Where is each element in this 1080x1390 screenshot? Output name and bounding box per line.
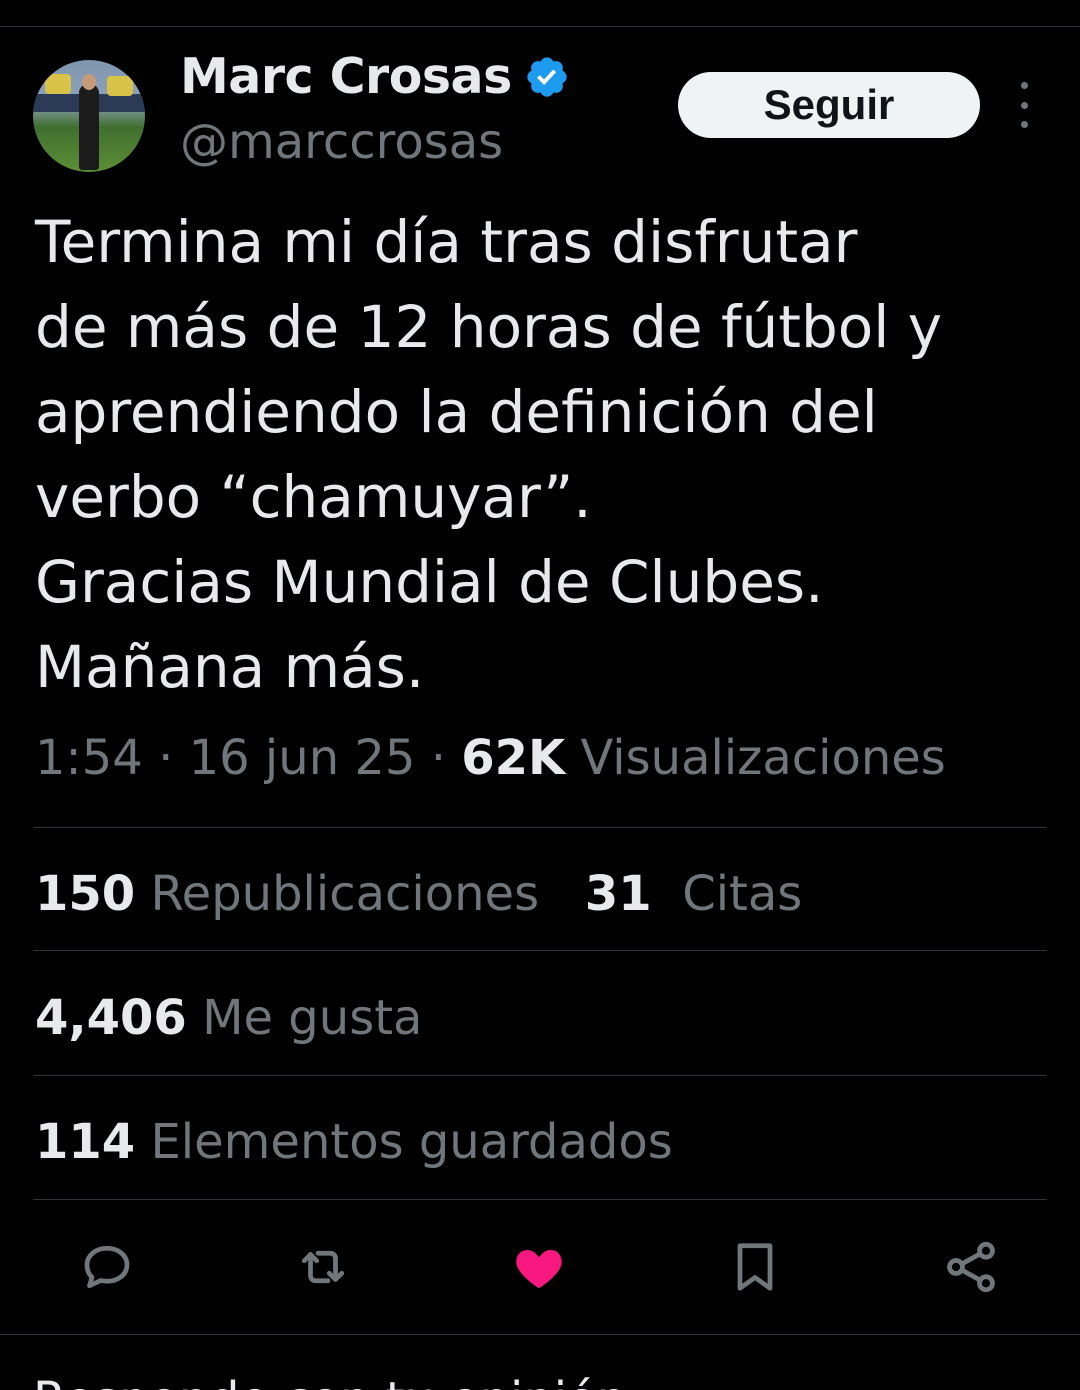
bookmarks-count: 114 bbox=[35, 1114, 136, 1170]
divider bbox=[33, 827, 1047, 828]
reposts-label: Republicaciones bbox=[150, 866, 540, 922]
tweet-time[interactable]: 1:54 bbox=[35, 730, 143, 786]
more-dot bbox=[1020, 101, 1028, 109]
bookmark-icon bbox=[737, 1243, 773, 1291]
avatar-trophy-left bbox=[45, 74, 71, 94]
divider bbox=[33, 950, 1047, 951]
meta-separator: · bbox=[158, 730, 174, 786]
quotes-stat[interactable]: 31 Citas bbox=[585, 866, 802, 922]
bookmark-button[interactable] bbox=[720, 1230, 790, 1304]
share-button[interactable] bbox=[936, 1230, 1006, 1304]
tweet-date[interactable]: 16 jun 25 bbox=[189, 730, 416, 786]
quotes-label: Citas bbox=[682, 866, 803, 922]
bookmarks-stat[interactable]: 114 Elementos guardados bbox=[35, 1114, 673, 1170]
views-label: Visualizaciones bbox=[580, 730, 946, 786]
meta-separator: · bbox=[430, 730, 446, 786]
avatar-person bbox=[79, 84, 99, 170]
repost-button[interactable] bbox=[288, 1230, 358, 1304]
share-icon bbox=[947, 1241, 995, 1293]
author-display-name[interactable]: Marc Crosas bbox=[180, 48, 512, 105]
more-dot bbox=[1020, 121, 1028, 128]
tweet-meta: 1:54 · 16 jun 25 · 62K Visualizaciones bbox=[35, 730, 946, 786]
top-divider bbox=[0, 26, 1080, 27]
bookmarks-label: Elementos guardados bbox=[150, 1114, 673, 1170]
avatar[interactable] bbox=[33, 60, 145, 172]
author-name-row: Marc Crosas bbox=[180, 48, 570, 105]
avatar-head bbox=[82, 74, 96, 90]
action-bar bbox=[0, 1230, 1080, 1310]
author-handle[interactable]: @marccrosas bbox=[180, 114, 503, 170]
more-vertical-icon[interactable] bbox=[1010, 82, 1038, 128]
divider bbox=[33, 1075, 1047, 1076]
likes-stat[interactable]: 4,406 Me gusta bbox=[35, 990, 422, 1046]
more-dot bbox=[1020, 82, 1028, 89]
likes-count: 4,406 bbox=[35, 990, 187, 1046]
like-icon bbox=[516, 1250, 562, 1289]
repost-icon bbox=[301, 1250, 345, 1284]
reposts-count: 150 bbox=[35, 866, 136, 922]
quotes-count: 31 bbox=[584, 866, 652, 922]
follow-button[interactable]: Seguir bbox=[678, 72, 980, 138]
tweet-text: Termina mi día tras disfrutar de más de … bbox=[35, 208, 943, 701]
reply-prompt[interactable]: Responde con tu opinión bbox=[33, 1372, 627, 1390]
divider bbox=[33, 1199, 1047, 1200]
reposts-stat[interactable]: 150 Republicaciones bbox=[35, 866, 539, 922]
like-button[interactable] bbox=[504, 1230, 574, 1304]
avatar-trophy-right bbox=[107, 76, 133, 96]
likes-label: Me gusta bbox=[202, 990, 423, 1046]
bottom-divider bbox=[0, 1334, 1080, 1335]
reply-button[interactable] bbox=[72, 1230, 142, 1304]
reposts-quotes-row: 150 Republicaciones 31 Citas bbox=[35, 866, 802, 922]
reply-icon bbox=[84, 1245, 130, 1289]
views-count: 62K bbox=[461, 730, 566, 786]
verified-badge-icon[interactable] bbox=[524, 54, 570, 100]
